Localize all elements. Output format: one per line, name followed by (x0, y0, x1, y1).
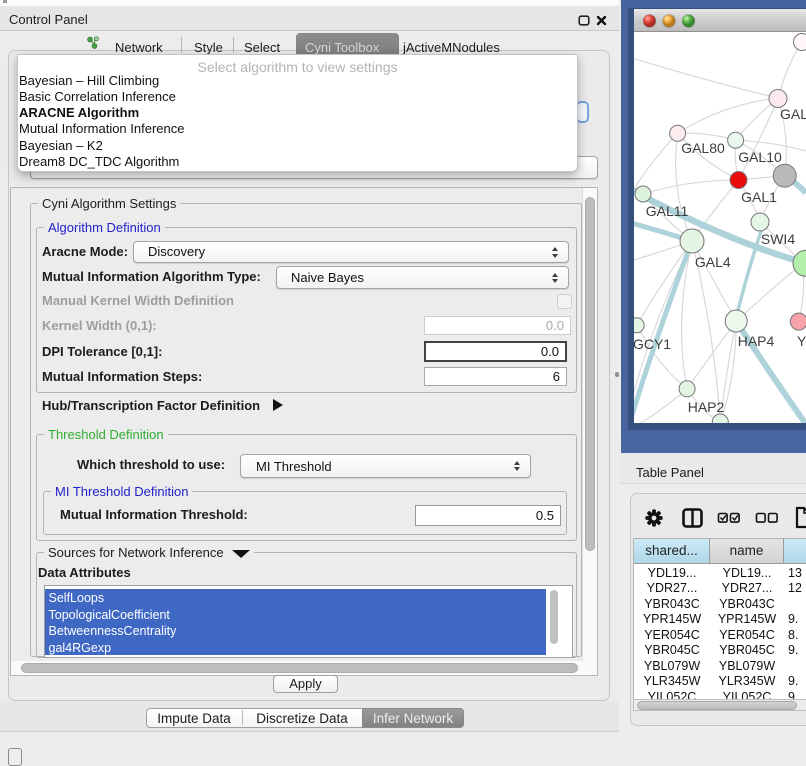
svg-text:GAL10: GAL10 (738, 149, 782, 165)
svg-text:GAL11: GAL11 (646, 203, 689, 219)
svg-text:HAP4: HAP4 (738, 333, 775, 349)
svg-text:GCY1: GCY1 (634, 336, 671, 352)
svg-text:SWI4: SWI4 (761, 231, 795, 247)
svg-text:GAL4: GAL4 (695, 254, 731, 270)
svg-text:GAL: GAL (780, 106, 806, 122)
svg-text:HAP2: HAP2 (688, 399, 725, 415)
svg-text:GAL1: GAL1 (741, 189, 777, 205)
svg-text:Y: Y (797, 333, 806, 349)
svg-text:GAL80: GAL80 (681, 140, 725, 156)
